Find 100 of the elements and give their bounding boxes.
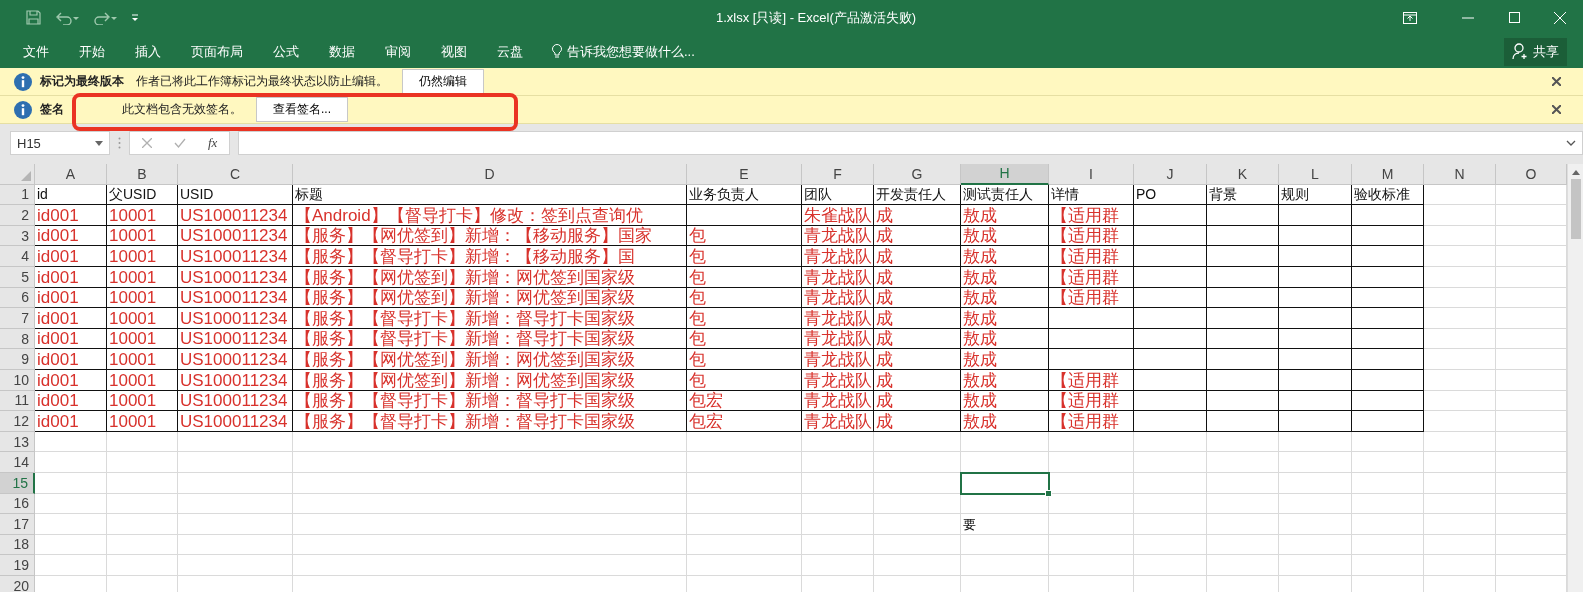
column-header[interactable]: C	[178, 164, 293, 185]
column-header[interactable]: J	[1134, 164, 1207, 185]
formula-input[interactable]	[238, 131, 1583, 155]
tell-me-search[interactable]: 告诉我您想要做什么...	[567, 42, 695, 61]
table-cell: US100011234	[178, 225, 293, 247]
column-header[interactable]: O	[1496, 164, 1567, 185]
share-button[interactable]: 共享	[1504, 37, 1567, 66]
ribbon-tab[interactable]: 云盘	[484, 36, 536, 67]
table-cell: 【适用群	[1049, 246, 1134, 267]
table-cell: 成	[874, 349, 961, 370]
column-header[interactable]: F	[802, 164, 874, 185]
row-header[interactable]: 2	[0, 205, 35, 226]
row-header[interactable]: 13	[0, 431, 35, 453]
column-title-cell: 规则	[1279, 184, 1352, 206]
close-icon[interactable]	[1552, 77, 1561, 86]
undo-icon[interactable]	[55, 10, 79, 25]
table-cell	[1352, 431, 1424, 453]
select-all-button[interactable]	[0, 164, 35, 185]
row-header[interactable]: 12	[0, 411, 35, 432]
message-action-button[interactable]: 仍然编辑	[402, 69, 484, 94]
ribbon-tab[interactable]: 文件	[10, 36, 62, 67]
table-cell: id001	[35, 246, 107, 267]
row-header[interactable]: 18	[0, 534, 35, 556]
row-header[interactable]: 4	[0, 246, 35, 267]
name-box[interactable]: H15	[10, 131, 110, 155]
table-cell	[1424, 555, 1496, 576]
table-cell	[1352, 452, 1424, 473]
table-cell	[1424, 308, 1496, 329]
row-header[interactable]: 11	[0, 390, 35, 412]
column-header[interactable]: B	[107, 164, 178, 185]
expand-icon[interactable]	[1566, 140, 1576, 146]
row-header[interactable]: 15	[0, 472, 35, 494]
ribbon-tab[interactable]: 数据	[316, 36, 368, 67]
minimize-icon[interactable]	[1462, 16, 1474, 19]
ribbon-tab[interactable]: 审阅	[372, 36, 424, 67]
message-action-button[interactable]: 查看签名...	[256, 97, 348, 122]
table-cell	[1424, 349, 1496, 370]
cancel-icon[interactable]	[142, 138, 152, 148]
table-cell: 10001	[107, 411, 178, 432]
ribbon-tab[interactable]: 公式	[260, 36, 312, 67]
column-header[interactable]: H	[961, 164, 1049, 185]
row-header[interactable]: 14	[0, 452, 35, 473]
column-header[interactable]: M	[1352, 164, 1424, 185]
table-cell	[1424, 369, 1496, 391]
row-header[interactable]: 7	[0, 308, 35, 329]
ribbon-tab[interactable]: 页面布局	[178, 36, 256, 67]
row-header[interactable]: 5	[0, 266, 35, 288]
table-cell	[1352, 246, 1424, 267]
table-cell	[1207, 246, 1279, 267]
column-header[interactable]: E	[687, 164, 802, 185]
column-header[interactable]: L	[1279, 164, 1352, 185]
row-header[interactable]: 17	[0, 514, 35, 535]
column-header[interactable]: K	[1207, 164, 1279, 185]
table-cell: 敖成	[961, 266, 1049, 288]
column-header[interactable]: G	[874, 164, 961, 185]
table-cell: 敖成	[961, 411, 1049, 432]
column-header[interactable]: I	[1049, 164, 1134, 185]
row-header[interactable]: 1	[0, 184, 35, 206]
maximize-icon[interactable]	[1508, 12, 1520, 23]
ribbon-display-icon[interactable]	[1403, 11, 1417, 24]
table-cell: 【适用群	[1049, 225, 1134, 247]
table-cell: 敖成	[961, 390, 1049, 412]
table-cell	[1424, 266, 1496, 288]
column-header[interactable]: N	[1424, 164, 1496, 185]
row-header[interactable]: 19	[0, 555, 35, 576]
scroll-up-icon[interactable]	[1571, 170, 1580, 175]
close-icon[interactable]	[1552, 105, 1561, 114]
table-cell	[107, 493, 178, 515]
row-header[interactable]: 8	[0, 328, 35, 350]
table-cell: 朱雀战队	[802, 205, 874, 226]
table-cell	[1424, 493, 1496, 515]
row-header[interactable]: 3	[0, 225, 35, 247]
row-header[interactable]: 10	[0, 369, 35, 391]
table-cell: 敖成	[961, 308, 1049, 329]
customize-icon[interactable]	[131, 13, 139, 22]
check-icon[interactable]	[174, 138, 186, 148]
insert-function-button[interactable]: fx	[208, 135, 218, 151]
table-cell: id001	[35, 205, 107, 226]
table-cell	[1424, 225, 1496, 247]
row-header[interactable]: 9	[0, 349, 35, 370]
table-cell: 青龙战队	[802, 225, 874, 247]
table-cell: 包	[687, 246, 802, 267]
row-header[interactable]: 16	[0, 493, 35, 515]
column-title-cell: PO	[1134, 184, 1207, 206]
ribbon-tab[interactable]: 开始	[66, 36, 118, 67]
ribbon-tab[interactable]: 视图	[428, 36, 480, 67]
active-cell[interactable]	[961, 472, 1049, 494]
scrollbar-thumb[interactable]	[1570, 179, 1581, 239]
column-header[interactable]: D	[293, 164, 687, 185]
table-cell: id001	[35, 225, 107, 247]
vertical-scrollbar[interactable]	[1567, 164, 1583, 592]
grip-icon	[118, 137, 121, 149]
column-header[interactable]: A	[35, 164, 107, 185]
table-cell: 【适用群	[1049, 205, 1134, 226]
ribbon-tab[interactable]: 插入	[122, 36, 174, 67]
table-cell	[35, 514, 107, 535]
table-cell: 10001	[107, 205, 178, 226]
save-icon[interactable]	[26, 10, 41, 25]
row-header[interactable]: 6	[0, 287, 35, 309]
redo-icon[interactable]	[93, 10, 117, 25]
